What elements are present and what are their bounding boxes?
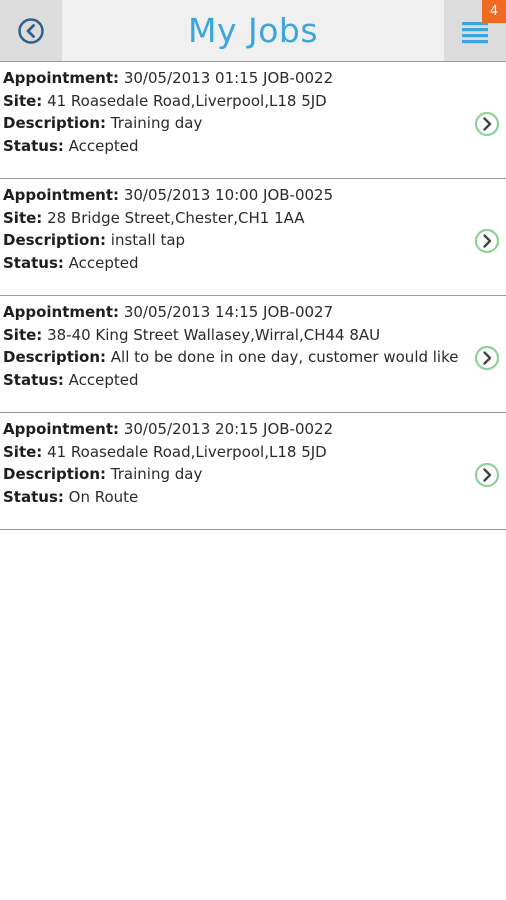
appointment-value: 30/05/2013 20:15 JOB-0022: [123, 420, 334, 438]
description-line: Description: Training day: [3, 463, 461, 486]
status-value: Accepted: [68, 370, 139, 389]
job-item[interactable]: Appointment: 30/05/2013 10:00 JOB-0025 S…: [0, 179, 506, 296]
status-line: Status: Accepted: [3, 369, 461, 392]
site-value: 41 Roasedale Road,Liverpool,L18 5JD: [47, 91, 327, 110]
job-item[interactable]: Appointment: 30/05/2013 20:15 JOB-0022 S…: [0, 413, 506, 530]
site-line: Site: 38-40 King Street Wallasey,Wirral,…: [3, 324, 461, 347]
description-label: Description:: [3, 465, 107, 484]
header-bar: My Jobs 4: [0, 0, 506, 62]
appointment-label: Appointment:: [3, 69, 120, 87]
status-label: Status:: [3, 370, 64, 389]
status-line: Status: On Route: [3, 486, 461, 509]
appointment-label: Appointment:: [3, 303, 120, 321]
chevron-right-circle-icon[interactable]: [474, 111, 500, 137]
appointment-value: 30/05/2013 01:15 JOB-0022: [123, 69, 334, 87]
status-value: Accepted: [68, 136, 139, 155]
appointment-value: 30/05/2013 10:00 JOB-0025: [123, 186, 334, 204]
description-value: install tap: [110, 231, 186, 250]
site-line: Site: 41 Roasedale Road,Liverpool,L18 5J…: [3, 90, 461, 113]
site-label: Site:: [3, 442, 43, 461]
back-button[interactable]: [0, 0, 62, 61]
notification-badge: 4: [482, 0, 506, 23]
description-value: All to be done in one day, customer woul…: [110, 348, 461, 367]
appointment-line: Appointment: 30/05/2013 10:00 JOB-0025: [3, 184, 461, 207]
appointment-line: Appointment: 30/05/2013 20:15 JOB-0022: [3, 418, 461, 441]
site-label: Site:: [3, 91, 43, 110]
description-value: Training day: [110, 114, 203, 133]
chevron-right-circle-icon[interactable]: [474, 345, 500, 371]
site-label: Site:: [3, 325, 43, 344]
appointment-line: Appointment: 30/05/2013 14:15 JOB-0027: [3, 301, 461, 324]
page-title: My Jobs: [187, 11, 319, 50]
job-list: Appointment: 30/05/2013 01:15 JOB-0022 S…: [0, 62, 506, 530]
description-line: Description: All to be done in one day, …: [3, 346, 461, 369]
status-label: Status:: [3, 253, 64, 272]
menu-button[interactable]: 4: [444, 0, 506, 61]
description-label: Description:: [3, 348, 107, 367]
description-line: Description: install tap: [3, 229, 461, 252]
description-label: Description:: [3, 114, 107, 133]
description-label: Description:: [3, 231, 107, 250]
appointment-label: Appointment:: [3, 186, 120, 204]
status-line: Status: Accepted: [3, 252, 461, 275]
status-line: Status: Accepted: [3, 135, 461, 158]
site-label: Site:: [3, 208, 43, 227]
status-label: Status:: [3, 136, 64, 155]
status-value: Accepted: [68, 253, 139, 272]
chevron-right-circle-icon[interactable]: [474, 462, 500, 488]
job-item[interactable]: Appointment: 30/05/2013 01:15 JOB-0022 S…: [0, 62, 506, 179]
site-line: Site: 28 Bridge Street,Chester,CH1 1AA: [3, 207, 461, 230]
site-line: Site: 41 Roasedale Road,Liverpool,L18 5J…: [3, 441, 461, 464]
site-value: 38-40 King Street Wallasey,Wirral,CH44 8…: [47, 325, 381, 344]
site-value: 41 Roasedale Road,Liverpool,L18 5JD: [47, 442, 327, 461]
job-item[interactable]: Appointment: 30/05/2013 14:15 JOB-0027 S…: [0, 296, 506, 413]
appointment-label: Appointment:: [3, 420, 120, 438]
status-value: On Route: [68, 487, 139, 506]
description-value: Training day: [110, 465, 203, 484]
status-label: Status:: [3, 487, 64, 506]
appointment-value: 30/05/2013 14:15 JOB-0027: [123, 303, 334, 321]
back-circle-icon: [18, 17, 44, 44]
site-value: 28 Bridge Street,Chester,CH1 1AA: [47, 208, 305, 227]
description-line: Description: Training day: [3, 112, 461, 135]
chevron-right-circle-icon[interactable]: [474, 228, 500, 254]
appointment-line: Appointment: 30/05/2013 01:15 JOB-0022: [3, 67, 461, 90]
